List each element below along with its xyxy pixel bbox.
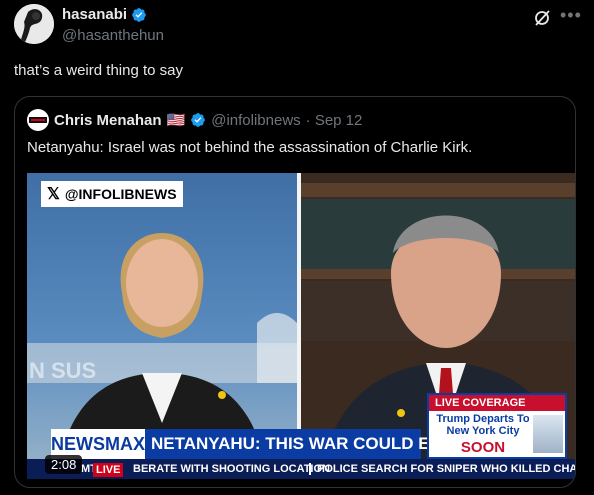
quoted-text: Netanyahu: Israel was not behind the ass… (27, 139, 473, 156)
ticker-item-2: POLICE SEARCH FOR SNIPER WHO KILLED CHAR… (317, 463, 576, 475)
ticker-item-1: BERATE WITH SHOOTING LOCATION (133, 463, 330, 475)
author-name[interactable]: hasanabi (62, 6, 127, 23)
live-coverage-header: LIVE COVERAGE (429, 395, 565, 411)
live-coverage-subtitle: Trump Departs To New York City (436, 413, 530, 437)
live-coverage-soon: SOON (460, 439, 506, 456)
quoted-author-handle[interactable]: @infolibnews (211, 112, 300, 129)
x-logo-icon: 𝕏 (47, 186, 60, 203)
grok-icon[interactable] (532, 8, 552, 28)
avatar[interactable] (14, 4, 54, 44)
quoted-author-name[interactable]: Chris Menahan (54, 112, 162, 129)
quoted-tweet[interactable]: Chris Menahan 🇺🇸 @infolibnews · Sep 12 N… (14, 96, 576, 488)
video-watermark: 𝕏 @INFOLIBNEWS (41, 181, 183, 207)
video-timestamp: 2:08 (45, 455, 83, 474)
live-coverage-box: LIVE COVERAGE Trump Departs To New York … (427, 393, 567, 459)
ticker-separator (309, 463, 311, 475)
more-options-icon[interactable]: ••• (560, 6, 582, 28)
backdrop-text: N SUS (29, 358, 96, 383)
verified-icon (132, 7, 146, 22)
trump-thumbnail (533, 415, 563, 453)
author-handle[interactable]: @hasanthehun (62, 27, 164, 44)
quoted-avatar[interactable] (27, 109, 49, 131)
tweet-text: that’s a weird thing to say (14, 62, 183, 79)
watermark-text: @INFOLIBNEWS (64, 186, 177, 202)
verified-icon (191, 113, 206, 127)
us-flag-icon: 🇺🇸 (166, 112, 186, 129)
video-player[interactable]: N SUS 𝕏 @INFOLIBNEWS NEWSMAX NETANYAHU: … (27, 173, 576, 479)
quoted-date[interactable]: · Sep 12 (306, 112, 363, 129)
ticker-live-badge: LIVE (93, 463, 124, 477)
